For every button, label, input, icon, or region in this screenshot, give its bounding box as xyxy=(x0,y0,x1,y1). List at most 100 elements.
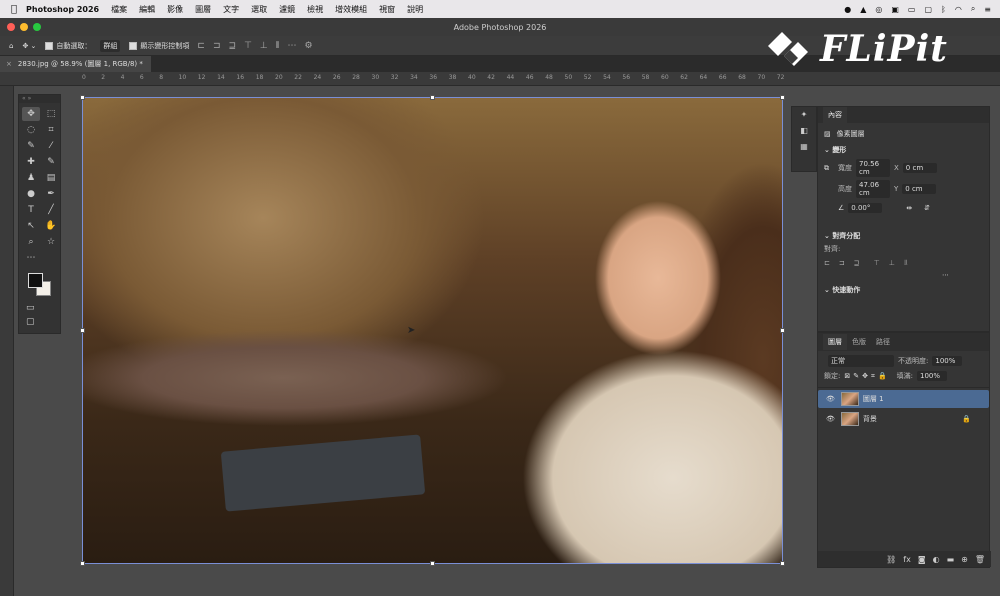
menu-help[interactable]: 說明 xyxy=(407,4,423,15)
screen-mode-icon[interactable]: ▢ xyxy=(19,317,60,327)
eye-icon[interactable]: 👁 xyxy=(826,395,835,403)
close-icon[interactable] xyxy=(7,23,15,31)
path-select-tool[interactable]: ↖ xyxy=(22,219,40,233)
stamp-tool[interactable]: ♟ xyxy=(22,171,40,185)
minimize-icon[interactable] xyxy=(20,23,28,31)
lock-artboard-icon[interactable]: ⌗ xyxy=(871,372,875,381)
more-icon[interactable]: ⋯ xyxy=(288,41,297,51)
transform-handle[interactable] xyxy=(780,561,785,566)
fx-icon[interactable]: fx xyxy=(903,555,911,564)
y-field[interactable]: 0 cm xyxy=(902,184,937,194)
folder-icon[interactable]: ▬ xyxy=(947,555,955,564)
foreground-color[interactable] xyxy=(28,273,43,288)
learn-icon[interactable]: ✦ xyxy=(792,107,816,123)
tab-paths[interactable]: 路徑 xyxy=(871,334,895,350)
transform-handle[interactable] xyxy=(80,561,85,566)
align-left-icon[interactable]: ⊏ xyxy=(197,41,205,51)
menu-image[interactable]: 影像 xyxy=(167,4,183,15)
display-icon[interactable]: ▢ xyxy=(924,5,932,14)
lasso-tool[interactable]: ◌ xyxy=(22,123,40,137)
x-field[interactable]: 0 cm xyxy=(902,163,937,173)
menu-plugins[interactable]: 增效模組 xyxy=(335,4,367,15)
control-center-icon[interactable]: ≡ xyxy=(984,5,991,14)
transform-handle[interactable] xyxy=(430,95,435,100)
group-select[interactable]: 群組 xyxy=(100,39,121,52)
width-field[interactable]: 70.56 cm xyxy=(856,159,890,177)
more-icon[interactable]: ⋯ xyxy=(942,271,949,279)
quick-select-tool[interactable]: ✎ xyxy=(22,139,40,153)
tab-channels[interactable]: 色版 xyxy=(847,334,871,350)
layer-name[interactable]: 背景 xyxy=(863,414,877,424)
hand-tool[interactable]: ✋ xyxy=(42,219,60,233)
lock-move-icon[interactable]: ✥ xyxy=(862,372,868,380)
battery-icon[interactable]: ▭ xyxy=(908,5,916,14)
lock-paint-icon[interactable]: ✎ xyxy=(853,372,859,380)
font-icon[interactable]: ▲ xyxy=(860,5,866,14)
dodge-tool[interactable]: ● xyxy=(22,187,40,201)
tab-properties[interactable]: 內容 xyxy=(823,107,847,123)
layer-row[interactable]: 👁 背景 🔒 xyxy=(818,410,989,428)
flip-h-icon[interactable]: ⇹ xyxy=(906,204,912,212)
lock-pixels-icon[interactable]: ⊠ xyxy=(844,372,850,380)
more-tools-icon[interactable]: ⋯ xyxy=(22,251,40,265)
wifi-icon[interactable]: ◠ xyxy=(955,5,962,14)
mask-icon[interactable]: ◙ xyxy=(918,555,926,564)
align-middle-icon[interactable]: ⊥ xyxy=(260,41,268,51)
move-tool-icon[interactable]: ✥ ⌄ xyxy=(22,42,36,50)
opacity-field[interactable]: 100% xyxy=(932,356,963,366)
link-layers-icon[interactable]: ⛓ xyxy=(886,555,896,564)
transform-handle[interactable] xyxy=(430,561,435,566)
align-hcenter-icon[interactable]: ⊐ xyxy=(839,259,845,267)
home-icon[interactable]: ⌂ xyxy=(9,42,13,50)
align-section[interactable]: ⌄ 對齊分配 xyxy=(818,231,989,241)
gear-icon[interactable]: ⚙ xyxy=(305,41,313,51)
marquee-tool[interactable]: ⬚ xyxy=(42,107,60,121)
height-field[interactable]: 47.06 cm xyxy=(856,180,890,198)
eye-icon[interactable]: 👁 xyxy=(826,415,835,423)
menu-app[interactable]: Photoshop 2026 xyxy=(26,5,99,14)
transform-handle[interactable] xyxy=(80,328,85,333)
menu-file[interactable]: 檔案 xyxy=(111,4,127,15)
angle-field[interactable]: 0.00° xyxy=(848,203,883,213)
flip-v-icon[interactable]: ⇵ xyxy=(924,204,930,212)
eyedropper-tool[interactable]: ⁄ xyxy=(42,139,60,153)
close-tab-icon[interactable]: × xyxy=(6,60,12,68)
pen-tool[interactable]: ✒ xyxy=(42,187,60,201)
crop-tool[interactable]: ⌗ xyxy=(42,123,60,137)
gradient-tool[interactable]: ▤ xyxy=(42,171,60,185)
auto-select-checkbox[interactable]: 自動選取： xyxy=(45,41,91,51)
document-tab[interactable]: × 2830.jpg @ 58.9% (圖層 1, RGB/8) * xyxy=(0,56,151,72)
menu-select[interactable]: 選取 xyxy=(251,4,267,15)
align-bottom-icon[interactable]: ⫫ xyxy=(904,258,908,267)
tab-layers[interactable]: 圖層 xyxy=(823,334,847,350)
apple-icon[interactable]:  xyxy=(11,4,17,15)
fill-field[interactable]: 100% xyxy=(917,371,948,381)
distribute-icon[interactable]: ⫴ xyxy=(276,41,280,51)
quick-actions-section[interactable]: ⌄ 快速動作 xyxy=(818,285,989,295)
toolbox-header[interactable]: « » xyxy=(19,95,60,103)
align-vcenter-icon[interactable]: ⊥ xyxy=(889,259,895,267)
align-left-icon[interactable]: ⊏ xyxy=(824,259,830,267)
show-transform-checkbox[interactable]: 顯示變形控制項 xyxy=(129,41,189,51)
blend-mode-select[interactable]: 正常 xyxy=(828,355,894,367)
zoom-tool[interactable]: ⌕ xyxy=(22,235,40,249)
libraries-icon[interactable]: ▦ xyxy=(792,139,816,155)
adjustment-icon[interactable]: ◐ xyxy=(933,555,940,564)
menu-window[interactable]: 視窗 xyxy=(379,4,395,15)
record-icon[interactable]: ● xyxy=(844,5,851,14)
align-top-icon[interactable]: ⊤ xyxy=(874,259,880,267)
vertical-ruler[interactable] xyxy=(0,86,14,596)
move-tool[interactable]: ✥ xyxy=(22,107,40,121)
zoom-icon[interactable] xyxy=(33,23,41,31)
transform-handle[interactable] xyxy=(780,328,785,333)
align-center-icon[interactable]: ⊐ xyxy=(213,41,221,51)
line-tool[interactable]: ╱ xyxy=(42,203,60,217)
type-tool[interactable]: T xyxy=(22,203,40,217)
menu-layer[interactable]: 圖層 xyxy=(195,4,211,15)
link-icon[interactable]: ⧉ xyxy=(824,164,838,173)
new-layer-icon[interactable]: ⊕ xyxy=(961,555,968,564)
layer-name[interactable]: 圖層 1 xyxy=(863,394,884,404)
adjust-icon[interactable]: ◧ xyxy=(792,123,816,139)
star-tool[interactable]: ☆ xyxy=(42,235,60,249)
quick-mask-icon[interactable]: ▭ xyxy=(19,303,60,313)
